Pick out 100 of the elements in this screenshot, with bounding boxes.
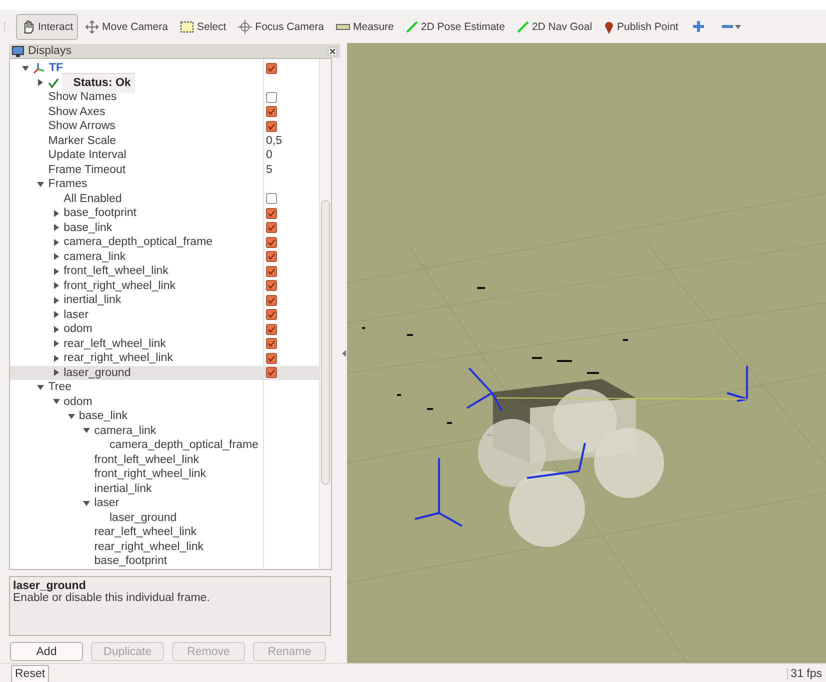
panel-button[interactable]: Add [10, 642, 83, 661]
caret-right-icon[interactable] [38, 79, 44, 86]
caret-down-icon[interactable] [83, 428, 90, 434]
tree-item-label[interactable]: All Enabled [64, 192, 122, 205]
tree-item-label[interactable]: TF [49, 62, 64, 74]
caret-right-icon[interactable] [54, 238, 59, 246]
frame-row[interactable]: front_right_wheel_link [10, 278, 319, 293]
tree-item-label[interactable]: Update Interval [48, 149, 126, 162]
tree-item-label: rear_right_wheel_link [64, 352, 173, 364]
caret-right-icon[interactable] [54, 369, 59, 376]
tree-item-label[interactable]: laser_ground [110, 512, 177, 524]
tool-button[interactable]: 2D Pose Estimate [400, 14, 510, 40]
frame-row[interactable]: inertial_link [10, 293, 319, 308]
caret-right-icon[interactable] [54, 311, 59, 318]
checkbox[interactable] [266, 208, 277, 219]
tree-item-label[interactable]: camera_depth_optical_frame [110, 439, 258, 452]
checkbox[interactable] [266, 92, 277, 103]
tree-item-label[interactable]: Show Axes [48, 106, 106, 118]
caret-right-icon[interactable] [54, 224, 59, 232]
checkbox[interactable] [266, 236, 277, 248]
tree-item-label: front_right_wheel_link [64, 280, 176, 292]
tree-item-label[interactable]: rear_right_wheel_link [94, 540, 204, 553]
triangle-left-icon[interactable] [342, 350, 346, 356]
monitor-icon [12, 46, 24, 56]
checkbox[interactable] [266, 338, 277, 350]
frame-row[interactable]: front_left_wheel_link [10, 264, 319, 278]
description-text: Enable or disable this individual frame. [13, 592, 211, 604]
plus-icon[interactable] [693, 21, 704, 32]
checkbox[interactable] [266, 280, 277, 292]
caret-down-icon[interactable] [735, 24, 742, 28]
caret-right-icon[interactable] [54, 296, 59, 304]
tree-item-label[interactable]: rear_left_wheel_link [94, 526, 196, 538]
tree-item-label[interactable]: front_right_wheel_link [94, 468, 206, 480]
checkbox[interactable] [266, 352, 277, 364]
axes-icon [33, 62, 45, 74]
tool-button[interactable]: Publish Point [599, 14, 684, 40]
crosshair-icon [238, 20, 252, 34]
frame-row[interactable]: rear_left_wheel_link [10, 336, 319, 351]
checkbox[interactable] [266, 266, 277, 277]
tree-item-label[interactable]: camera_link [94, 424, 156, 437]
checkbox[interactable] [266, 222, 277, 234]
checkbox[interactable] [266, 62, 277, 74]
frame-row[interactable]: camera_depth_optical_frame [10, 235, 319, 250]
close-icon[interactable] [328, 46, 337, 56]
tool-button[interactable]: Move Camera [80, 14, 173, 40]
minus-icon[interactable] [722, 24, 734, 28]
checkbox[interactable] [266, 251, 277, 262]
tree-item-label[interactable]: Tree [48, 381, 72, 394]
tree-item-label[interactable]: base_link [78, 410, 128, 422]
frame-row[interactable]: laser_ground [10, 366, 319, 380]
caret-down-icon[interactable] [52, 399, 60, 404]
tree-item-label[interactable]: Status: Ok [62, 72, 135, 93]
tree-item-label[interactable]: Show Names [48, 91, 117, 104]
tool-button[interactable]: Focus Camera [233, 14, 330, 40]
caret-right-icon[interactable] [54, 253, 59, 260]
caret-right-icon[interactable] [54, 354, 59, 362]
checkbox[interactable] [266, 294, 277, 306]
tree-item-label[interactable]: odom [64, 396, 92, 408]
checkbox[interactable] [266, 324, 277, 335]
checkmark-icon [48, 78, 60, 88]
checkbox[interactable] [266, 106, 277, 118]
property-value: 0 [266, 149, 272, 162]
tree-item-label[interactable]: front_left_wheel_link [94, 454, 200, 466]
tree-item-label[interactable]: Frames [48, 178, 88, 190]
checkbox[interactable] [266, 309, 277, 320]
caret-down-icon[interactable] [22, 66, 29, 71]
frame-row[interactable]: laser [10, 308, 319, 322]
caret-right-icon[interactable] [54, 210, 59, 217]
caret-right-icon[interactable] [54, 282, 59, 290]
tree-item-label[interactable]: Show Arrows [48, 120, 116, 132]
tree-item-label[interactable]: inertial_link [94, 482, 152, 495]
frame-row[interactable]: rear_right_wheel_link [10, 351, 319, 366]
tool-button[interactable]: 2D Nav Goal [512, 14, 598, 40]
tool-button[interactable]: Measure [331, 14, 399, 40]
tree-item-label[interactable]: base_footprint [94, 555, 168, 568]
checkbox[interactable] [266, 367, 277, 378]
frame-row[interactable]: camera_link [10, 250, 319, 264]
tool-button[interactable]: Select [174, 14, 232, 40]
caret-down-icon[interactable] [37, 384, 44, 390]
description-title: laser_ground [13, 580, 87, 592]
caret-right-icon[interactable] [54, 268, 59, 275]
tool-button[interactable]: Interact [16, 14, 78, 40]
caret-down-icon[interactable] [37, 182, 44, 187]
caret-down-icon[interactable] [83, 500, 90, 506]
tree-item-label[interactable]: Marker Scale [48, 134, 116, 147]
fps-readout: 31 fps [786, 668, 822, 680]
reset-button[interactable]: Reset [11, 664, 50, 682]
scrollbar[interactable] [319, 59, 331, 569]
frame-row[interactable]: odom [10, 322, 319, 336]
caret-right-icon[interactable] [54, 326, 59, 333]
frame-row[interactable]: base_link [10, 220, 319, 235]
tree-item-label[interactable]: Frame Timeout [48, 164, 126, 176]
panel-title: Displays [28, 45, 72, 57]
frame-row[interactable]: base_footprint [10, 206, 319, 220]
caret-right-icon[interactable] [54, 340, 59, 348]
tree-item-label[interactable]: laser [94, 497, 120, 510]
caret-down-icon[interactable] [68, 414, 75, 419]
tree-item-label: base_footprint [64, 207, 136, 220]
checkbox[interactable] [266, 193, 277, 204]
checkbox[interactable] [266, 120, 277, 132]
